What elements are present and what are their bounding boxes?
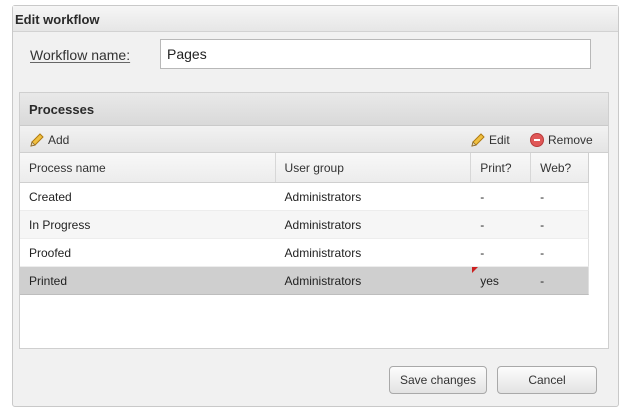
remove-icon xyxy=(530,133,544,147)
processes-panel: Processes Add Edit Remove Process name U… xyxy=(19,92,609,349)
print-cell: - xyxy=(480,245,485,260)
print-value: yes xyxy=(480,273,499,288)
column-header-print[interactable]: Print? xyxy=(471,153,532,182)
web-cell: - xyxy=(540,273,545,288)
process-name-cell: Printed xyxy=(29,273,68,288)
remove-label: Remove xyxy=(548,133,593,147)
print-cell[interactable]: yes xyxy=(471,267,531,294)
pencil-icon xyxy=(471,133,485,147)
cancel-button[interactable]: Cancel xyxy=(497,366,597,394)
user-group-cell: Administrators xyxy=(284,217,362,232)
user-group-cell: Administrators xyxy=(284,189,362,204)
add-label: Add xyxy=(48,133,70,147)
table-row[interactable]: In Progress Administrators - - xyxy=(20,211,589,239)
table-row[interactable]: Created Administrators - - xyxy=(20,183,589,211)
print-cell: - xyxy=(480,217,485,232)
table-row-selected[interactable]: Printed Administrators yes - xyxy=(20,267,589,295)
save-changes-button[interactable]: Save changes xyxy=(389,366,487,394)
table-row[interactable]: Proofed Administrators - - xyxy=(20,239,589,267)
web-cell: - xyxy=(540,217,545,232)
workflow-name-row: Workflow name: xyxy=(30,39,605,71)
edit-label: Edit xyxy=(489,133,510,147)
remove-button[interactable]: Remove xyxy=(530,131,593,149)
processes-toolbar: Add Edit Remove xyxy=(20,126,608,153)
processes-header: Processes xyxy=(20,93,608,126)
dirty-cell-marker xyxy=(472,267,479,273)
dialog-title: Edit workflow xyxy=(13,6,618,32)
process-name-cell: In Progress xyxy=(29,217,91,232)
user-group-cell: Administrators xyxy=(284,245,362,260)
web-cell: - xyxy=(540,189,545,204)
processes-grid: Process name User group Print? Web? Crea… xyxy=(20,153,589,295)
workflow-name-label: Workflow name: xyxy=(30,47,131,63)
edit-button[interactable]: Edit xyxy=(470,131,510,149)
process-name-cell: Proofed xyxy=(29,245,72,260)
user-group-cell: Administrators xyxy=(284,273,362,288)
workflow-name-input[interactable] xyxy=(160,39,591,69)
print-cell: - xyxy=(480,189,485,204)
pencil-icon xyxy=(30,133,44,147)
column-header-web[interactable]: Web? xyxy=(531,153,588,182)
column-header-user-group[interactable]: User group xyxy=(276,153,472,182)
process-name-cell: Created xyxy=(29,189,72,204)
add-button[interactable]: Add xyxy=(29,131,69,149)
column-header-process-name[interactable]: Process name xyxy=(20,153,276,182)
web-cell: - xyxy=(540,245,545,260)
grid-header-row: Process name User group Print? Web? xyxy=(20,153,589,183)
